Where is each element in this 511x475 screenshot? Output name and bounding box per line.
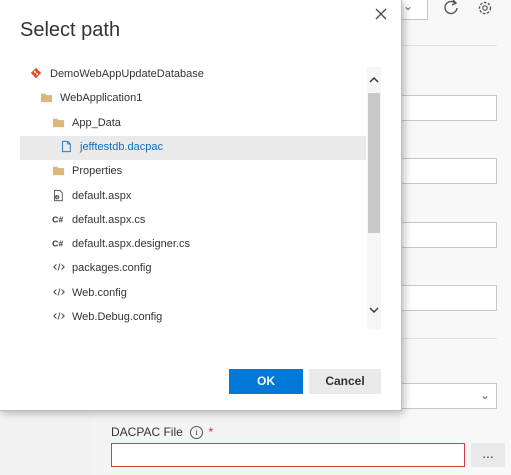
background-input[interactable] (400, 285, 497, 311)
tree-item-label: WebApplication1 (60, 92, 143, 105)
tree-item[interactable]: packages.config (20, 257, 366, 281)
tree-item-label: Web.config (72, 286, 127, 299)
folder-icon (52, 164, 66, 178)
tree-item-label: App_Data (72, 116, 121, 129)
tree-item[interactable]: C# default.aspx.designer.cs (20, 233, 366, 257)
code-file-icon (52, 261, 66, 275)
tree-item[interactable]: WebApplication1 (20, 87, 366, 111)
tree-item-label: default.aspx (72, 189, 132, 202)
tree-item-label: Properties (72, 165, 123, 178)
scrollbar[interactable] (367, 67, 381, 329)
tree-item[interactable]: jefftestdb.dacpac (20, 135, 366, 160)
tree-item[interactable]: App_Data (20, 112, 366, 136)
tree-item[interactable]: C# default.aspx.cs (20, 209, 366, 233)
file-tree: DemoWebAppUpdateDatabase WebApplication1 A… (20, 63, 366, 329)
tree-item-label: DemoWebAppUpdateDatabase (50, 68, 204, 80)
folder-icon (40, 91, 54, 105)
ok-button[interactable]: OK (229, 369, 303, 394)
cancel-button[interactable]: Cancel (309, 369, 381, 394)
background-divider (400, 45, 497, 46)
svg-text:C#: C# (52, 239, 63, 249)
csharp-file-icon: C# (52, 237, 66, 251)
background-divider (400, 338, 497, 339)
folder-icon (52, 116, 66, 130)
git-repo-icon (30, 67, 44, 81)
tree-item-label: jefftestdb.dacpac (80, 140, 163, 153)
chevron-up-icon[interactable] (367, 75, 381, 85)
tree-item[interactable]: Web.config (20, 282, 366, 306)
dacpac-file-label-text: DACPAC File (111, 425, 183, 439)
background-input[interactable] (400, 95, 497, 121)
chevron-down-icon[interactable] (367, 305, 381, 315)
code-file-icon (52, 310, 66, 324)
code-file-icon (52, 286, 66, 300)
dacpac-file-label: DACPAC File i * (111, 425, 214, 440)
dialog-title: Select path (20, 19, 121, 41)
csharp-file-icon: C# (52, 213, 66, 227)
chevron-down-icon: ⌄ (479, 388, 490, 402)
tree-item-label: Web.Debug.config (72, 311, 163, 323)
tree-item[interactable]: default.aspx (20, 185, 366, 209)
file-icon (60, 140, 74, 154)
svg-text:C#: C# (52, 214, 63, 224)
aspx-file-icon (52, 189, 66, 203)
tree-item[interactable]: DemoWebAppUpdateDatabase (20, 63, 366, 87)
tree-item-label: default.aspx.designer.cs (72, 238, 191, 251)
background-select[interactable]: ⌄ (400, 383, 497, 409)
refresh-icon[interactable] (441, 0, 461, 17)
scrollbar-thumb[interactable] (368, 93, 380, 233)
chevron-down-icon: ⌄ (403, 0, 414, 13)
browse-button[interactable]: ... (471, 443, 505, 467)
close-icon[interactable] (373, 6, 389, 22)
tree-item[interactable]: Web.Debug.config (20, 306, 366, 329)
tree-item-label: default.aspx.cs (72, 213, 146, 226)
select-path-dialog: Select path DemoWebAppUpdateDatabase WebA… (0, 0, 402, 411)
info-icon[interactable]: i (190, 426, 204, 440)
background-input[interactable] (400, 222, 497, 248)
dacpac-file-input[interactable] (111, 443, 465, 467)
tree-item-label: packages.config (72, 262, 152, 275)
gear-icon[interactable] (476, 0, 494, 17)
required-marker: * (208, 425, 214, 439)
tree-item[interactable]: Properties (20, 160, 366, 184)
background-input[interactable] (400, 158, 497, 184)
